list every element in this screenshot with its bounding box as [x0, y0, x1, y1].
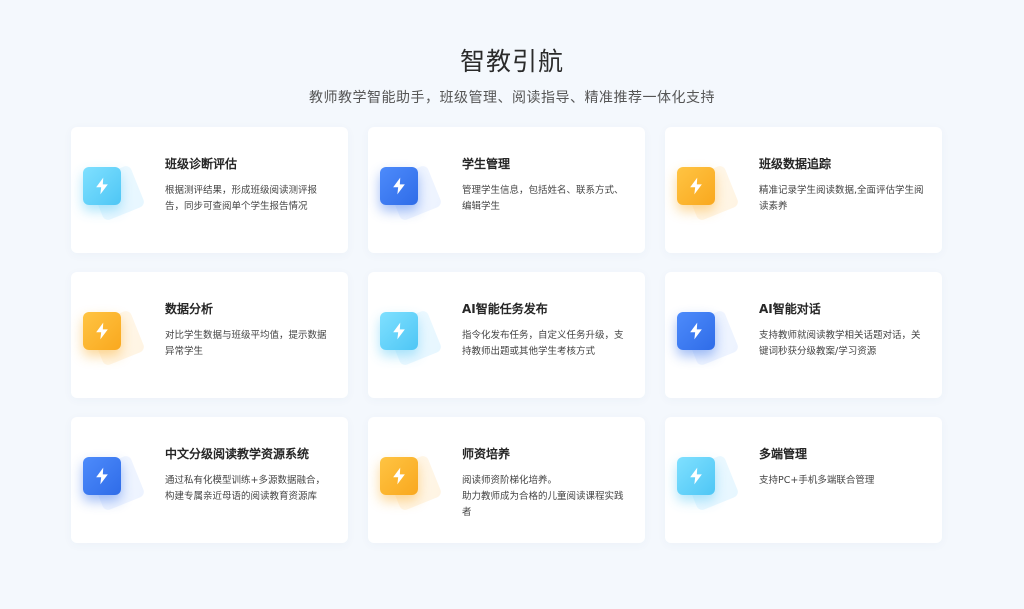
feature-card[interactable]: AI智能对话 支持教师就阅读教学相关话题对话，关键词秒获分级教案/学习资源 — [665, 272, 942, 398]
feature-card[interactable]: 多端管理 支持PC+手机多端联合管理 — [665, 417, 942, 543]
lightning-icon — [83, 167, 121, 205]
card-icon-wrap — [677, 454, 740, 513]
lightning-icon — [83, 312, 121, 350]
card-icon-wrap — [83, 454, 146, 513]
card-title: 中文分级阅读教学资源系统 — [165, 447, 310, 461]
card-icon-wrap — [380, 454, 443, 513]
card-description: 指令化发布任务，自定义任务升级，支持教师出题或其他学生考核方式 — [462, 330, 624, 357]
feature-card[interactable]: 数据分析 对比学生数据与班级平均值，提示数据异常学生 — [71, 272, 348, 398]
lightning-icon — [677, 167, 715, 205]
feature-card[interactable]: 师资培养 阅读师资阶梯化培养。 助力教师成为合格的儿童阅读课程实践者 — [368, 417, 645, 543]
card-description: 管理学生信息，包括姓名、联系方式、编辑学生 — [462, 185, 624, 212]
card-title: 学生管理 — [462, 157, 511, 171]
feature-card[interactable]: 中文分级阅读教学资源系统 通过私有化模型训练+多源数据融合，构建专属亲近母语的阅… — [71, 417, 348, 543]
lightning-icon — [380, 457, 418, 495]
feature-card[interactable]: 班级诊断评估 根据测评结果，形成班级阅读测评报告，同步可查阅单个学生报告情况 — [71, 127, 348, 253]
card-icon-wrap — [83, 309, 146, 368]
feature-card[interactable]: 学生管理 管理学生信息，包括姓名、联系方式、编辑学生 — [368, 127, 645, 253]
card-description: 支持PC+手机多端联合管理 — [759, 475, 875, 486]
card-title: 数据分析 — [165, 302, 214, 316]
card-description: 对比学生数据与班级平均值，提示数据异常学生 — [165, 330, 327, 357]
lightning-icon — [83, 457, 121, 495]
card-description: 支持教师就阅读教学相关话题对话，关键词秒获分级教案/学习资源 — [759, 330, 921, 357]
card-icon-wrap — [677, 164, 740, 223]
feature-grid: 班级诊断评估 根据测评结果，形成班级阅读测评报告，同步可查阅单个学生报告情况 学… — [71, 127, 942, 543]
lightning-icon — [380, 167, 418, 205]
card-title: 师资培养 — [462, 447, 511, 461]
card-description: 通过私有化模型训练+多源数据融合，构建专属亲近母语的阅读教育资源库 — [165, 475, 325, 502]
card-title: AI智能对话 — [759, 302, 821, 316]
card-title: 班级数据追踪 — [759, 157, 832, 171]
card-icon-wrap — [83, 164, 146, 223]
card-icon-wrap — [380, 164, 443, 223]
card-description: 根据测评结果，形成班级阅读测评报告，同步可查阅单个学生报告情况 — [165, 185, 318, 212]
lightning-icon — [380, 312, 418, 350]
card-title: 班级诊断评估 — [165, 157, 238, 171]
card-description: 精准记录学生阅读数据,全面评估学生阅读素养 — [759, 185, 924, 212]
page-subtitle: 教师教学智能助手，班级管理、阅读指导、精准推荐一体化支持 — [309, 90, 715, 106]
header: 智教引航 教师教学智能助手，班级管理、阅读指导、精准推荐一体化支持 — [0, 44, 1024, 108]
lightning-icon — [677, 312, 715, 350]
card-title: 多端管理 — [759, 447, 808, 461]
card-icon-wrap — [677, 309, 740, 368]
card-description: 阅读师资阶梯化培养。 助力教师成为合格的儿童阅读课程实践者 — [462, 475, 624, 518]
feature-card[interactable]: 班级数据追踪 精准记录学生阅读数据,全面评估学生阅读素养 — [665, 127, 942, 253]
page: 智教引航 教师教学智能助手，班级管理、阅读指导、精准推荐一体化支持 班级诊断评估… — [0, 0, 1024, 609]
card-icon-wrap — [380, 309, 443, 368]
page-title: 智教引航 — [459, 47, 564, 76]
feature-card[interactable]: AI智能任务发布 指令化发布任务，自定义任务升级，支持教师出题或其他学生考核方式 — [368, 272, 645, 398]
card-title: AI智能任务发布 — [462, 302, 548, 316]
lightning-icon — [677, 457, 715, 495]
